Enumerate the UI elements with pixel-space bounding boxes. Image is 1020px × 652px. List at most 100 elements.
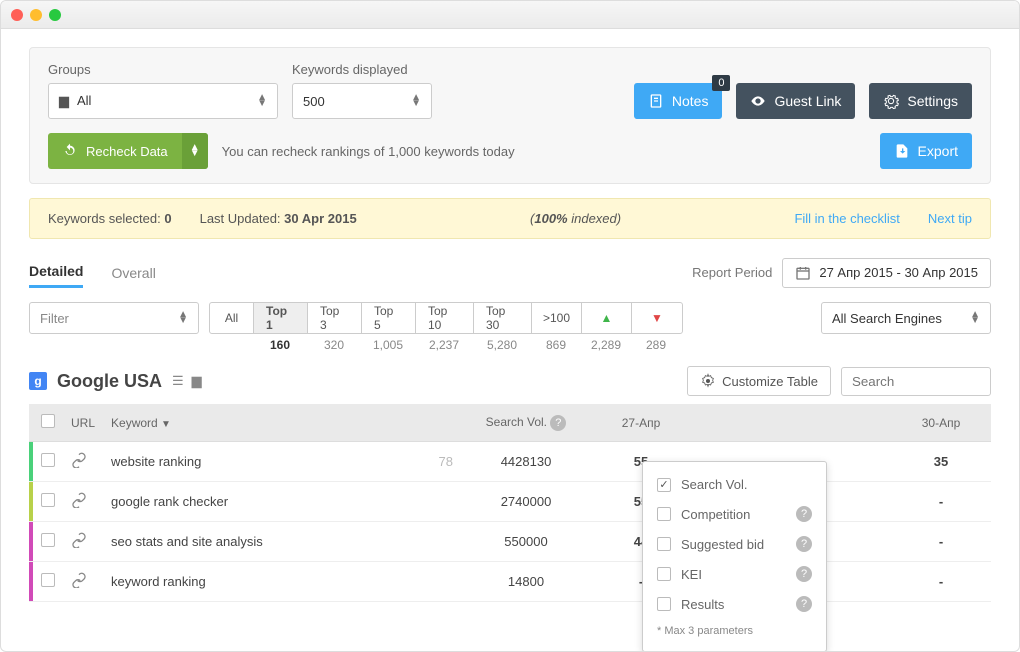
option-label: Suggested bid bbox=[681, 537, 786, 552]
row-checkbox[interactable] bbox=[41, 453, 55, 467]
table-row: google rank checker274000055- bbox=[29, 482, 991, 522]
folder-view-icon[interactable]: ▆ bbox=[192, 373, 202, 389]
select-all-checkbox[interactable] bbox=[41, 414, 55, 428]
rank-segment[interactable]: Top 30 bbox=[474, 303, 532, 333]
maximize-window-button[interactable] bbox=[49, 9, 61, 21]
groups-select[interactable]: ▆All ▲▼ bbox=[48, 83, 278, 119]
search-vol-cell: 2740000 bbox=[461, 482, 591, 522]
col-date-2[interactable]: 30-Апр bbox=[891, 404, 991, 442]
export-icon bbox=[894, 143, 910, 159]
rank-count: 160 bbox=[253, 338, 307, 352]
option-checkbox[interactable] bbox=[657, 507, 671, 521]
rank-count: 1,005 bbox=[361, 338, 415, 352]
report-period-select[interactable]: 27 Апр 2015 - 30 Апр 2015 bbox=[782, 258, 991, 288]
rank-filter-segments: AllTop 1Top 3Top 5Top 10Top 30>100▲▼ bbox=[209, 302, 683, 334]
list-view-icon[interactable]: ☰ bbox=[172, 373, 184, 389]
help-icon[interactable]: ? bbox=[796, 536, 812, 552]
option-label: Results bbox=[681, 597, 786, 612]
rank-count: 289 bbox=[631, 338, 681, 352]
notes-button[interactable]: Notes 0 bbox=[634, 83, 723, 119]
popup-option[interactable]: KEI? bbox=[643, 559, 826, 589]
dropdown-arrows-icon: ▲▼ bbox=[178, 312, 188, 324]
rank-segment[interactable]: >100 bbox=[532, 303, 582, 333]
customize-table-button[interactable]: Customize Table bbox=[687, 366, 831, 396]
gear-icon bbox=[883, 93, 899, 109]
recheck-split-toggle[interactable]: ▲▼ bbox=[182, 133, 208, 169]
table-search-input[interactable] bbox=[841, 367, 991, 396]
window-titlebar bbox=[1, 1, 1019, 29]
date2-cell: - bbox=[891, 522, 991, 562]
recheck-data-button[interactable]: Recheck Data ▲▼ bbox=[48, 133, 208, 169]
col-date-1[interactable]: 27-Апр bbox=[591, 404, 691, 442]
url-link-icon[interactable] bbox=[71, 536, 87, 551]
search-vol-cell: 14800 bbox=[461, 562, 591, 602]
google-badge-icon: g bbox=[29, 372, 47, 390]
help-icon[interactable]: ? bbox=[796, 506, 812, 522]
report-period-label: Report Period bbox=[692, 265, 772, 280]
keywords-displayed-select[interactable]: 500 ▲▼ bbox=[292, 83, 432, 119]
popup-option[interactable]: Competition? bbox=[643, 499, 826, 529]
keyword-note: 78 bbox=[411, 442, 461, 482]
table-row: website ranking7844281305535 bbox=[29, 442, 991, 482]
next-tip-link[interactable]: Next tip bbox=[928, 211, 972, 226]
rank-segment[interactable]: Top 1 bbox=[254, 303, 308, 333]
option-label: Competition bbox=[681, 507, 786, 522]
col-url[interactable]: URL bbox=[63, 404, 103, 442]
close-window-button[interactable] bbox=[11, 9, 23, 21]
popup-option[interactable]: Results? bbox=[643, 589, 826, 619]
notes-icon bbox=[648, 93, 664, 109]
eye-icon bbox=[750, 93, 766, 109]
keywords-selected: Keywords selected: 0 bbox=[48, 211, 172, 226]
dropdown-arrows-icon: ▲▼ bbox=[257, 95, 267, 107]
option-checkbox[interactable] bbox=[657, 478, 671, 492]
minimize-window-button[interactable] bbox=[30, 9, 42, 21]
notes-badge: 0 bbox=[712, 75, 730, 91]
search-engine-title: Google USA bbox=[57, 371, 162, 392]
rank-down-segment[interactable]: ▼ bbox=[632, 303, 682, 333]
help-icon[interactable]: ? bbox=[796, 566, 812, 582]
help-icon[interactable]: ? bbox=[796, 596, 812, 612]
option-checkbox[interactable] bbox=[657, 537, 671, 551]
popup-option[interactable]: Suggested bid? bbox=[643, 529, 826, 559]
gear-icon bbox=[700, 373, 716, 389]
row-checkbox[interactable] bbox=[41, 533, 55, 547]
refresh-icon bbox=[62, 143, 78, 159]
option-checkbox[interactable] bbox=[657, 567, 671, 581]
rank-segment[interactable]: Top 3 bbox=[308, 303, 362, 333]
keyword-cell: website ranking bbox=[103, 442, 411, 482]
url-link-icon[interactable] bbox=[71, 456, 87, 471]
search-vol-cell: 550000 bbox=[461, 522, 591, 562]
option-label: Search Vol. bbox=[681, 477, 812, 492]
rank-segment[interactable]: All bbox=[210, 303, 254, 333]
search-engines-select[interactable]: All Search Engines ▲▼ bbox=[821, 302, 991, 334]
help-icon[interactable]: ? bbox=[550, 415, 566, 431]
keywords-table: URL Keyword ▼ Search Vol. ? 27-Апр 30-Ап… bbox=[29, 404, 991, 602]
settings-button[interactable]: Settings bbox=[869, 83, 972, 119]
row-checkbox[interactable] bbox=[41, 573, 55, 587]
rank-segment[interactable]: Top 5 bbox=[362, 303, 416, 333]
dropdown-arrows-icon: ▲▼ bbox=[970, 312, 980, 324]
rank-count: 2,289 bbox=[581, 338, 631, 352]
option-label: KEI bbox=[681, 567, 786, 582]
url-link-icon[interactable] bbox=[71, 496, 87, 511]
popup-option[interactable]: Search Vol. bbox=[643, 470, 826, 499]
tab-detailed[interactable]: Detailed bbox=[29, 257, 83, 288]
url-link-icon[interactable] bbox=[71, 576, 87, 591]
col-keyword[interactable]: Keyword ▼ bbox=[103, 404, 411, 442]
search-vol-cell: 4428130 bbox=[461, 442, 591, 482]
fill-checklist-link[interactable]: Fill in the checklist bbox=[794, 211, 899, 226]
col-search-vol[interactable]: Search Vol. ? bbox=[461, 404, 591, 442]
row-checkbox[interactable] bbox=[41, 493, 55, 507]
filter-select[interactable]: Filter ▲▼ bbox=[29, 302, 199, 334]
rank-segment[interactable]: Top 10 bbox=[416, 303, 474, 333]
info-bar: Keywords selected: 0 Last Updated: 30 Ap… bbox=[29, 198, 991, 239]
tab-overall[interactable]: Overall bbox=[111, 259, 155, 287]
top-panel: Groups ▆All ▲▼ Keywords displayed 500 ▲▼ bbox=[29, 47, 991, 184]
export-button[interactable]: Export bbox=[880, 133, 972, 169]
indexed-status: (100% indexed) bbox=[385, 211, 767, 226]
popup-note: * Max 3 parameters bbox=[643, 619, 826, 643]
date2-cell: - bbox=[891, 482, 991, 522]
guest-link-button[interactable]: Guest Link bbox=[736, 83, 855, 119]
option-checkbox[interactable] bbox=[657, 597, 671, 611]
rank-up-segment[interactable]: ▲ bbox=[582, 303, 632, 333]
